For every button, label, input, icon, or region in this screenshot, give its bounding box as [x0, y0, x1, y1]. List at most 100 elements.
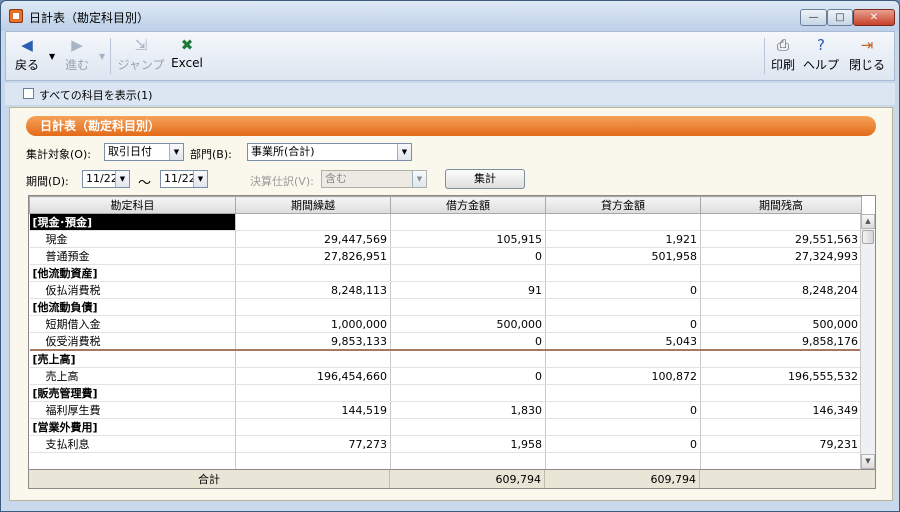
debit-cell — [390, 384, 546, 402]
table-row[interactable]: [販売管理費] — [29, 384, 862, 402]
carry-cell — [235, 384, 391, 402]
period-from-picker[interactable]: 11/22 ▼ — [82, 170, 130, 188]
chevron-down-icon: ▼ — [115, 171, 129, 187]
period-from-value: 11/22 — [86, 172, 118, 185]
aggregate-target-value: 取引日付 — [108, 145, 152, 158]
carry-cell: 8,248,113 — [235, 281, 391, 299]
settlement-label: 決算仕訳(V): — [250, 175, 314, 188]
table-row[interactable]: [現金･預金] — [29, 213, 862, 231]
carry-cell: 196,454,660 — [235, 367, 391, 385]
close-button[interactable]: ⇥ 閉じる — [846, 36, 888, 73]
debit-cell: 1,830 — [390, 401, 546, 419]
carry-cell — [235, 452, 391, 470]
chevron-down-icon: ▼ — [193, 171, 207, 187]
department-value: 事業所(合計) — [251, 145, 315, 158]
table-row[interactable]: 福利厚生費 144,519 1,830 0 146,349 — [29, 401, 862, 419]
table-row[interactable]: 売上高 196,454,660 0 100,872 196,555,532 — [29, 367, 862, 385]
balance-cell — [700, 418, 862, 436]
table-row[interactable]: [他流動負債] — [29, 298, 862, 316]
excel-icon: ✖ — [180, 36, 194, 54]
carry-cell — [235, 350, 391, 368]
table-row[interactable]: 普通預金 27,826,951 0 501,958 27,324,993 — [29, 247, 862, 265]
debit-cell: 105,915 — [390, 230, 546, 248]
table-row[interactable]: [他流動資産] — [29, 264, 862, 282]
credit-cell — [545, 418, 701, 436]
debit-cell — [390, 298, 546, 316]
help-icon: ? — [817, 36, 825, 54]
total-credit: 609,794 — [545, 470, 700, 488]
chevron-down-icon: ▼ — [169, 144, 183, 160]
account-name — [29, 452, 236, 470]
col-debit[interactable]: 借方金額 — [390, 196, 546, 214]
table-row[interactable]: 仮受消費税 9,853,133 0 5,043 9,858,176 — [29, 332, 862, 351]
department-select[interactable]: 事業所(合計) ▼ — [247, 143, 412, 161]
show-all-accounts-label[interactable]: すべての科目を表示(1) — [39, 87, 152, 103]
account-table: 勘定科目 期間繰越 借方金額 貸方金額 期間残高 [現金･預金] 現金 29,4… — [29, 196, 862, 470]
excel-button[interactable]: ✖ Excel — [170, 36, 204, 70]
report-panel: 日計表（勘定科目別） 集計対象(O): 取引日付 ▼ 部門(B): 事業所(合計… — [9, 107, 893, 501]
table-row[interactable]: [営業外費用] — [29, 418, 862, 436]
table-row[interactable]: 現金 29,447,569 105,915 1,921 29,551,563 — [29, 230, 862, 248]
period-to-value: 11/22 — [164, 172, 196, 185]
back-button[interactable]: ◀ 戻る — [12, 36, 42, 73]
carry-cell: 27,826,951 — [235, 247, 391, 265]
account-name: [現金･預金] — [29, 213, 236, 231]
credit-cell — [545, 264, 701, 282]
carry-cell: 77,273 — [235, 435, 391, 453]
chevron-down-icon: ▼ — [397, 144, 411, 160]
col-balance[interactable]: 期間残高 — [700, 196, 862, 214]
maximize-button[interactable]: □ — [827, 9, 853, 26]
settlement-select[interactable]: 含む ▼ — [321, 170, 427, 188]
aggregate-target-select[interactable]: 取引日付 ▼ — [104, 143, 184, 161]
carry-cell — [235, 264, 391, 282]
aggregate-button[interactable]: 集計 — [445, 169, 525, 189]
table-row[interactable]: [売上高] — [29, 350, 862, 368]
close-label: 閉じる — [848, 58, 885, 72]
help-button[interactable]: ? ヘルプ — [801, 36, 841, 73]
balance-cell: 79,231 — [700, 435, 862, 453]
forward-dropdown-icon[interactable]: ▼ — [99, 52, 105, 61]
credit-cell: 0 — [545, 281, 701, 299]
debit-cell — [390, 213, 546, 231]
excel-label: Excel — [171, 56, 203, 70]
col-account[interactable]: 勘定科目 — [29, 196, 236, 214]
balance-cell — [700, 298, 862, 316]
credit-cell: 5,043 — [545, 332, 701, 351]
print-button[interactable]: ⎙ 印刷 — [768, 36, 798, 73]
scroll-thumb[interactable] — [862, 230, 874, 244]
account-name: [営業外費用] — [29, 418, 236, 436]
balance-cell — [700, 384, 862, 402]
total-label: 合計 — [29, 470, 390, 488]
carry-cell: 1,000,000 — [235, 315, 391, 333]
table-row[interactable]: 支払利息 77,273 1,958 0 79,231 — [29, 435, 862, 453]
period-to-picker[interactable]: 11/22 ▼ — [160, 170, 208, 188]
credit-cell: 501,958 — [545, 247, 701, 265]
debit-cell — [390, 452, 546, 470]
scroll-down-icon[interactable]: ▼ — [861, 454, 875, 469]
credit-cell — [545, 452, 701, 470]
col-carryover[interactable]: 期間繰越 — [235, 196, 391, 214]
debit-cell — [390, 264, 546, 282]
help-label: ヘルプ — [802, 58, 839, 72]
balance-cell — [700, 350, 862, 368]
title-bar: 日計表（勘定科目別） — □ ✕ — [1, 1, 899, 31]
chevron-down-icon: ▼ — [412, 171, 426, 187]
scroll-up-icon[interactable]: ▲ — [861, 214, 875, 229]
print-label: 印刷 — [770, 58, 795, 72]
col-credit[interactable]: 貸方金額 — [545, 196, 701, 214]
close-window-button[interactable]: ✕ — [853, 9, 895, 26]
table-row[interactable] — [29, 452, 862, 470]
daily-ledger-window: 日計表（勘定科目別） — □ ✕ ◀ 戻る ▼ ▶ 進む ▼ ⇲ ジャンプ ✖ … — [0, 0, 900, 512]
carry-cell: 29,447,569 — [235, 230, 391, 248]
show-all-accounts-checkbox[interactable] — [23, 88, 34, 99]
forward-button[interactable]: ▶ 進む — [62, 36, 92, 73]
table-row[interactable]: 仮払消費税 8,248,113 91 0 8,248,204 — [29, 281, 862, 299]
back-dropdown-icon[interactable]: ▼ — [49, 52, 55, 61]
table-row[interactable]: 短期借入金 1,000,000 500,000 0 500,000 — [29, 315, 862, 333]
carry-cell: 9,853,133 — [235, 332, 391, 351]
balance-cell: 9,858,176 — [700, 332, 862, 351]
minimize-button[interactable]: — — [800, 9, 827, 26]
vertical-scrollbar[interactable]: ▲ ▼ — [860, 214, 875, 469]
jump-button[interactable]: ⇲ ジャンプ — [116, 36, 166, 73]
exit-icon: ⇥ — [860, 36, 874, 54]
